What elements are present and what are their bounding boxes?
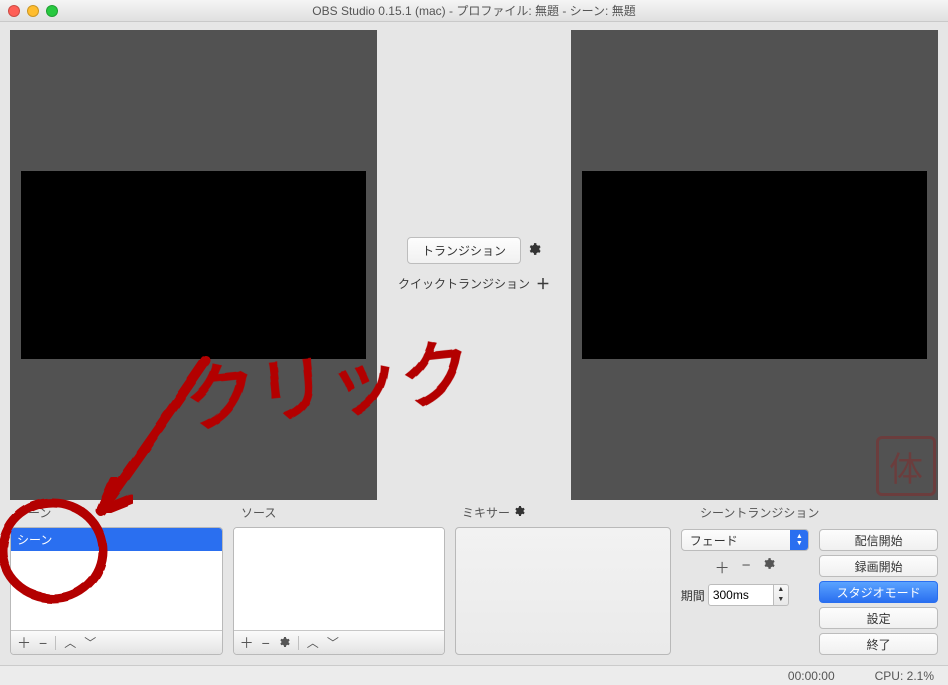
- window-title: OBS Studio 0.15.1 (mac) - プロファイル: 無題 - シ…: [312, 2, 635, 19]
- mixer-header-label: ミキサー: [462, 506, 510, 520]
- sources-toolbar: ＋ − ︿ ﹀: [234, 630, 445, 654]
- preview-canvas-right: [582, 171, 927, 359]
- preview-canvas-left: [21, 171, 366, 359]
- settings-button[interactable]: 設定: [819, 607, 938, 629]
- sources-panel: ＋ − ︿ ﹀: [233, 527, 446, 655]
- preview-pane-left[interactable]: [10, 30, 377, 500]
- transition-button[interactable]: トランジション: [407, 237, 521, 264]
- exit-button[interactable]: 終了: [819, 633, 938, 655]
- transition-add-button[interactable]: ＋: [715, 557, 730, 578]
- scenes-list-item[interactable]: シーン: [11, 528, 222, 551]
- transition-duration-label: 期間: [681, 587, 705, 604]
- transition-type-select[interactable]: フェード ▲▼: [681, 529, 810, 551]
- sources-add-button[interactable]: ＋: [240, 636, 254, 650]
- mixer-panel[interactable]: [455, 527, 671, 655]
- sources-list[interactable]: [234, 528, 445, 630]
- status-cpu-usage: CPU: 2.1%: [875, 669, 934, 683]
- transition-settings-button[interactable]: [762, 557, 775, 578]
- mixer-settings-icon[interactable]: [513, 506, 525, 520]
- titlebar: OBS Studio 0.15.1 (mac) - プロファイル: 無題 - シ…: [0, 0, 948, 22]
- sources-settings-button[interactable]: [278, 636, 290, 650]
- scenes-move-down-button[interactable]: ﹀: [84, 636, 96, 650]
- transition-duration-input[interactable]: [708, 584, 774, 606]
- quick-transition-label: クイックトランジション: [398, 275, 530, 292]
- scenes-add-button[interactable]: ＋: [17, 636, 31, 650]
- scenes-panel-header: シーン: [10, 504, 235, 521]
- scenes-move-up-button[interactable]: ︿: [64, 636, 76, 650]
- transition-type-value: フェード: [690, 532, 738, 549]
- toolbar-separator: [55, 636, 56, 650]
- transition-settings-icon[interactable]: [527, 242, 541, 259]
- select-stepper-icon: ▲▼: [790, 530, 808, 550]
- sources-move-down-button[interactable]: ﹀: [327, 636, 339, 650]
- scenes-panel: シーン ＋ − ︿ ﹀: [10, 527, 223, 655]
- start-streaming-button[interactable]: 配信開始: [819, 529, 938, 551]
- scene-transitions-panel-header: シーントランジション: [690, 504, 938, 521]
- sources-remove-button[interactable]: −: [262, 636, 270, 650]
- window-close-button[interactable]: [8, 5, 20, 17]
- transition-center-column: トランジション クイックトランジション ＋: [389, 30, 559, 500]
- panels-body: シーン ＋ − ︿ ﹀ ＋ − ︿ ﹀ フェード ▲▼: [0, 523, 948, 655]
- sources-panel-header: ソース: [235, 504, 460, 521]
- panel-headers-row: シーン ソース ミキサー シーントランジション: [0, 500, 948, 523]
- quick-transition-add-icon[interactable]: ＋: [536, 274, 550, 294]
- sources-move-up-button[interactable]: ︿: [307, 636, 319, 650]
- preview-area: トランジション クイックトランジション ＋ 体: [0, 22, 948, 500]
- toolbar-separator: [298, 636, 299, 650]
- duration-stepper[interactable]: ▲▼: [774, 584, 789, 606]
- watermark-stamp: 体: [876, 436, 936, 496]
- status-bar: 00:00:00 CPU: 2.1%: [0, 665, 948, 685]
- transition-remove-button[interactable]: −: [742, 557, 751, 578]
- scenes-remove-button[interactable]: −: [39, 636, 47, 650]
- window-minimize-button[interactable]: [27, 5, 39, 17]
- scenes-toolbar: ＋ − ︿ ﹀: [11, 630, 222, 654]
- preview-pane-right[interactable]: 体: [571, 30, 938, 500]
- watermark-text: 体: [889, 442, 923, 491]
- scenes-list[interactable]: シーン: [11, 528, 222, 630]
- window-zoom-button[interactable]: [46, 5, 58, 17]
- status-elapsed-time: 00:00:00: [788, 669, 835, 683]
- start-recording-button[interactable]: 録画開始: [819, 555, 938, 577]
- studio-mode-button[interactable]: スタジオモード: [819, 581, 938, 603]
- controls-column: 配信開始 録画開始 スタジオモード 設定 終了: [819, 527, 938, 655]
- mixer-panel-header: ミキサー: [460, 504, 690, 521]
- scene-transitions-panel: フェード ▲▼ ＋ − 期間 ▲▼: [681, 527, 810, 655]
